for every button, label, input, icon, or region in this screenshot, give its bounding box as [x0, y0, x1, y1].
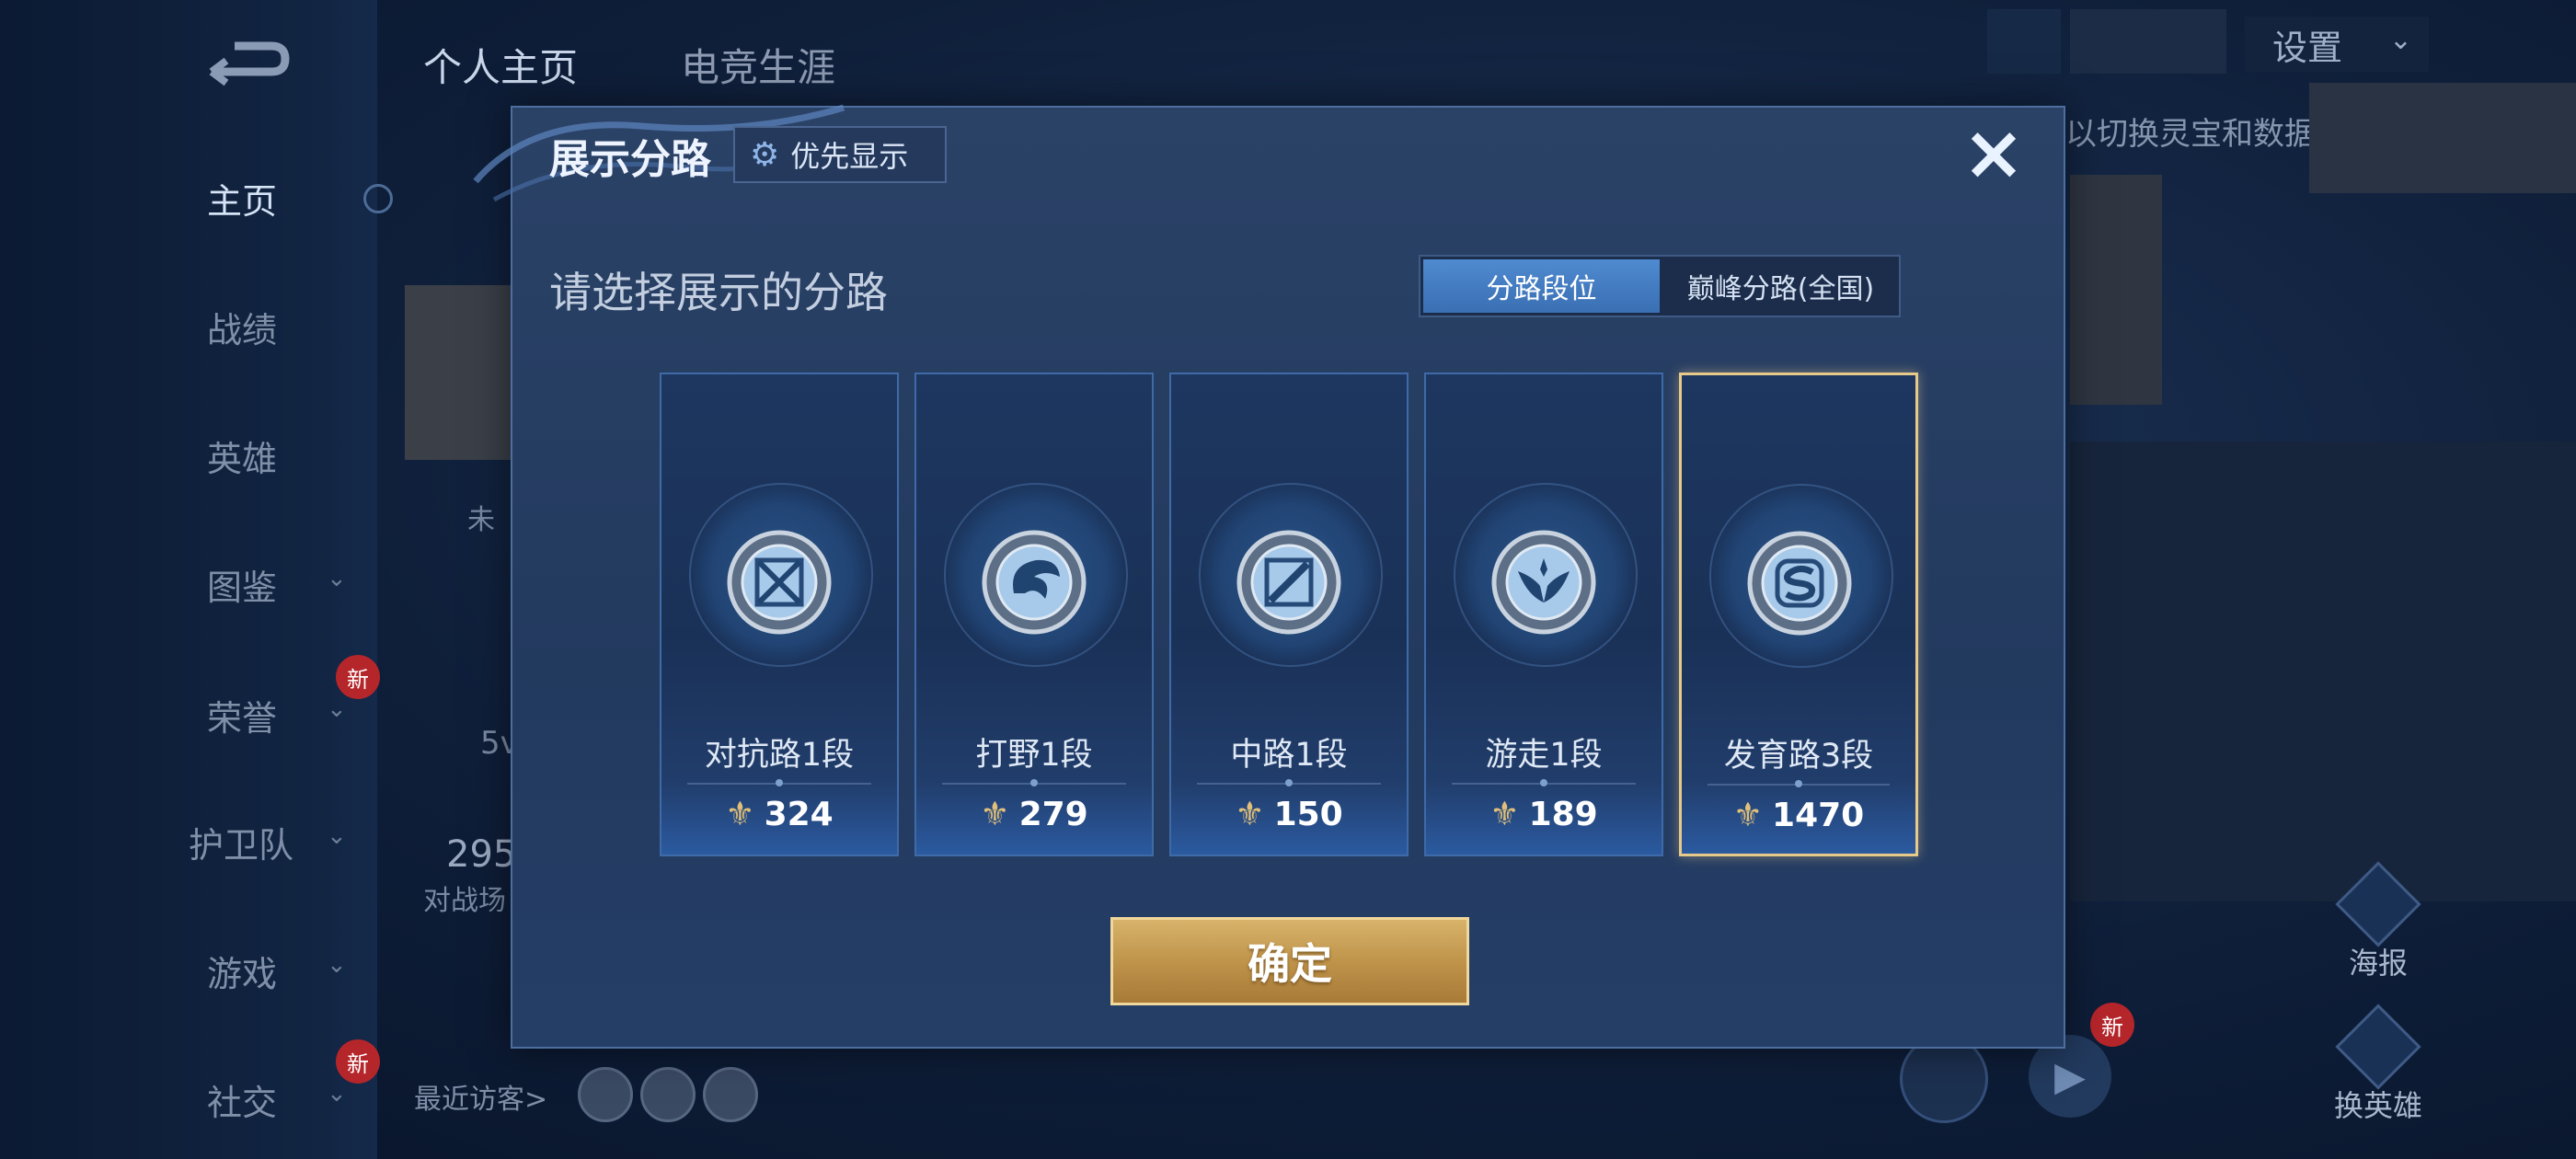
- lane-card-jungle[interactable]: 打野1段 ⚜ 279: [914, 373, 1154, 856]
- sidebar-item-label: 护卫队: [189, 825, 294, 866]
- lane-score-value: 279: [1018, 796, 1088, 833]
- dialog-subtitle: 请选择展示的分路: [549, 268, 888, 317]
- confirm-button[interactable]: 确定: [1110, 917, 1469, 1005]
- recent-visitors-link[interactable]: 最近访客>: [414, 1076, 547, 1117]
- chevron-down-icon: ⌄: [2388, 24, 2412, 56]
- new-badge: 新: [2090, 1003, 2134, 1047]
- sidebar-item-honor[interactable]: 新 荣誉 ⌄: [147, 655, 380, 739]
- dragon-emblem-icon: [982, 530, 1087, 635]
- chevron-down-icon: ⌄: [327, 822, 347, 850]
- gear-icon: ⚙: [750, 135, 780, 174]
- crossed-swords-emblem-icon: [727, 530, 832, 635]
- flame-icon: [2335, 1004, 2421, 1090]
- new-badge: 新: [336, 655, 380, 699]
- lane-card-bot[interactable]: 发育路3段 ⚜ 1470: [1679, 373, 1918, 856]
- lane-score: ⚜ 324: [661, 796, 897, 833]
- sidebar-item-home[interactable]: 主页: [147, 166, 340, 222]
- avatar[interactable]: [578, 1067, 633, 1122]
- poster-label: 海报: [2348, 946, 2408, 981]
- points-icon: ⚜: [1235, 796, 1265, 833]
- settings-button[interactable]: 设置 ⌄: [2245, 17, 2429, 72]
- sidebar-item-label: 英雄: [207, 439, 278, 479]
- lane-score: ⚜ 279: [916, 796, 1152, 833]
- divider: [687, 779, 871, 786]
- profile-thumbnail: [2070, 9, 2226, 74]
- lane-score: ⚜ 189: [1426, 796, 1662, 833]
- sidebar-item-label: 荣誉: [207, 698, 278, 739]
- chevron-down-icon: ⌄: [327, 951, 347, 979]
- sidebar-item-label: 图鉴: [207, 568, 278, 608]
- sidebar-item-social[interactable]: 新 社交 ⌄: [147, 1039, 380, 1123]
- wings-emblem-icon: [1491, 530, 1596, 635]
- poster-button[interactable]: 海报: [2328, 861, 2429, 982]
- dialog-title: 展示分路: [549, 136, 711, 183]
- switch-hero-label: 换英雄: [2333, 1088, 2422, 1123]
- lane-name: 发育路3段: [1723, 738, 1874, 775]
- back-arrow-icon[interactable]: [193, 33, 294, 88]
- close-button[interactable]: ×: [1957, 109, 2030, 197]
- lane-card-roam[interactable]: 游走1段 ⚜ 189: [1424, 373, 1663, 856]
- sidebar-item-label: 战绩: [207, 310, 278, 350]
- sidebar-item-guard[interactable]: 护卫队 ⌄: [147, 809, 347, 866]
- sidebar-item-records[interactable]: 战绩: [147, 294, 340, 350]
- bg-image: [2070, 175, 2162, 405]
- divider: [942, 779, 1126, 786]
- lane-score-value: 150: [1273, 796, 1343, 833]
- s-emblem-icon: [1747, 531, 1852, 636]
- lane-score-value: 189: [1528, 796, 1598, 833]
- priority-display-label: 优先显示: [790, 139, 909, 174]
- bg-text: 295: [446, 833, 517, 876]
- segment-control: 分路段位 巅峰分路(全国): [1419, 255, 1901, 317]
- chevron-down-icon: ⌄: [327, 565, 347, 592]
- new-badge: 新: [336, 1039, 380, 1084]
- avatar[interactable]: [640, 1067, 696, 1122]
- lane-score: ⚜ 1470: [1682, 797, 1915, 834]
- close-icon: ×: [1961, 109, 2026, 197]
- lane-score-value: 1470: [1772, 797, 1865, 834]
- divider: [1452, 779, 1636, 786]
- avatar[interactable]: [703, 1067, 758, 1122]
- priority-display-button[interactable]: ⚙ 优先显示: [733, 126, 947, 183]
- points-icon: ⚜: [725, 796, 755, 833]
- poster-icon: [2335, 861, 2421, 947]
- lane-card-mid[interactable]: 中路1段 ⚜ 150: [1169, 373, 1409, 856]
- divider: [1197, 779, 1381, 786]
- bg-panel: [2070, 442, 2576, 901]
- sidebar-item-label: 游戏: [207, 954, 278, 994]
- lane-card-top[interactable]: 对抗路1段 ⚜ 324: [660, 373, 899, 856]
- sidebar-item-game[interactable]: 游戏 ⌄: [147, 938, 347, 994]
- lane-name: 打野1段: [975, 737, 1093, 774]
- lane-score-value: 324: [764, 796, 834, 833]
- segment-peak-lane-national[interactable]: 巅峰分路(全国): [1662, 257, 1899, 316]
- lane-cards: 对抗路1段 ⚜ 324 打野1段 ⚜ 279 中路1段 ⚜ 150 游走1段 ⚜…: [660, 373, 1929, 860]
- sidebar-item-label: 社交: [207, 1083, 278, 1123]
- lane-name: 游走1段: [1485, 737, 1603, 774]
- sidebar-item-heroes[interactable]: 英雄: [147, 423, 340, 479]
- lane-name: 中路1段: [1230, 737, 1348, 774]
- sidebar: 主页 战绩 英雄 图鉴 ⌄ 新 荣誉 ⌄ 护卫队 ⌄ 游戏 ⌄ 新 社交 ⌄: [0, 0, 393, 1159]
- switch-hero-button[interactable]: 换英雄: [2318, 1004, 2438, 1125]
- notification-icon[interactable]: [1987, 9, 2061, 74]
- points-icon: ⚜: [1732, 797, 1764, 834]
- bg-text: 未: [467, 504, 495, 536]
- lane-score: ⚜ 150: [1171, 796, 1407, 833]
- chevron-down-icon: ⌄: [327, 1080, 347, 1107]
- bg-text: 对战场: [423, 885, 506, 917]
- lane-name: 对抗路1段: [704, 737, 855, 774]
- slash-emblem-icon: [1236, 530, 1341, 635]
- bg-image: [2309, 83, 2576, 193]
- divider: [1708, 780, 1890, 787]
- settings-label: 设置: [2272, 27, 2343, 68]
- active-indicator: [363, 184, 393, 213]
- points-icon: ⚜: [980, 796, 1010, 833]
- sidebar-item-collection[interactable]: 图鉴 ⌄: [147, 552, 347, 608]
- lane-display-dialog: 展示分路 ⚙ 优先显示 × 请选择展示的分路 分路段位 巅峰分路(全国) 对抗路…: [473, 104, 2065, 1049]
- bg-image: [405, 285, 511, 460]
- segment-lane-rank[interactable]: 分路段位: [1423, 259, 1660, 313]
- sidebar-item-label: 主页: [207, 181, 278, 222]
- points-icon: ⚜: [1489, 796, 1520, 833]
- chevron-down-icon: ⌄: [327, 695, 347, 723]
